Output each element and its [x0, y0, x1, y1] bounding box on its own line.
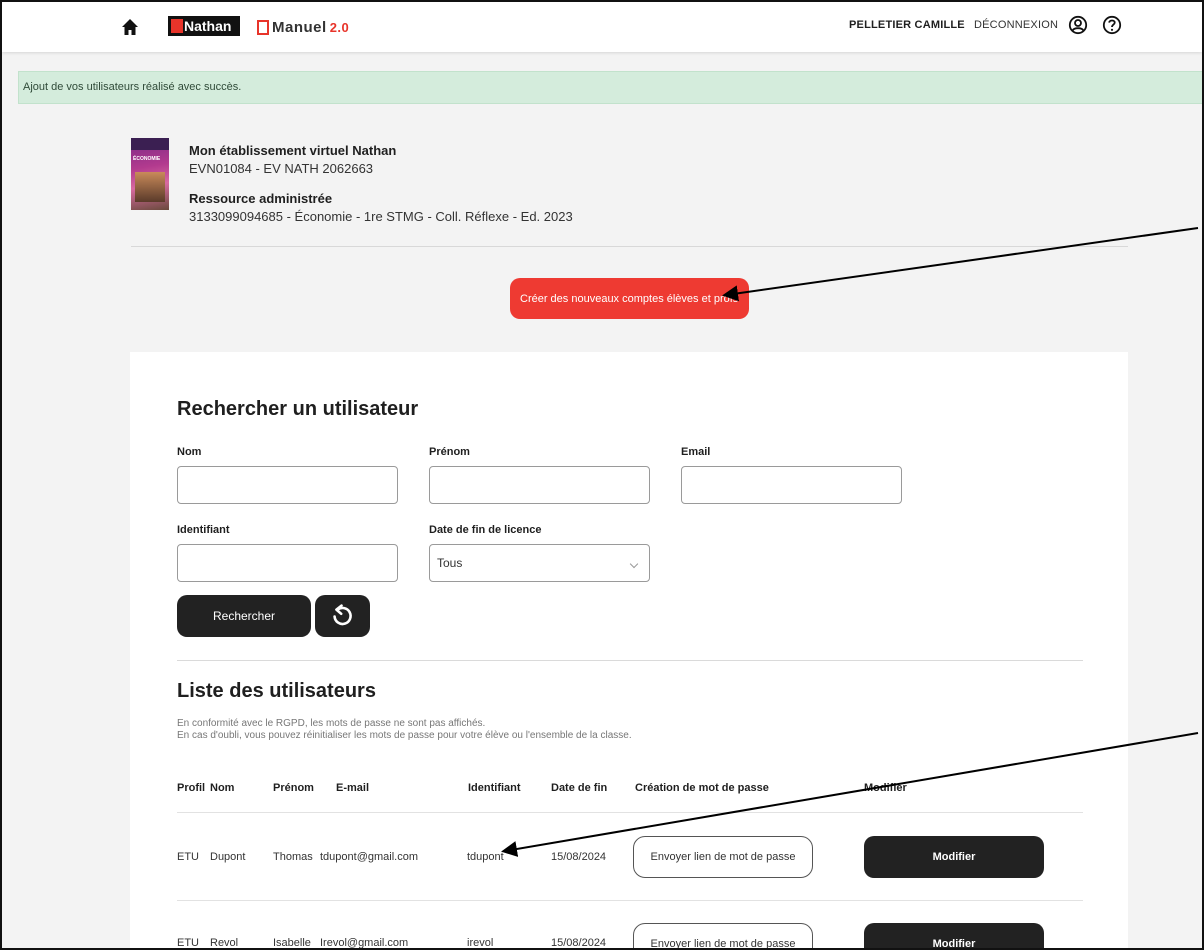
establishment-code: EVN01084 - EV NATH 2062663 [189, 161, 374, 176]
prenom-input[interactable] [429, 466, 650, 504]
nom-label: Nom [177, 446, 202, 458]
col-prenom: Prénom [273, 782, 314, 794]
col-nom: Nom [210, 782, 235, 794]
emanuel-logo-text: Manuel [272, 18, 327, 36]
annotation-arrow-create-button [722, 227, 1199, 302]
user-name[interactable]: PELLETIER CAMILLE [849, 19, 965, 31]
row-prenom: Thomas [273, 851, 313, 863]
nathan-logo-mark [171, 19, 183, 33]
rgpd-notice: En conformité avec le RGPD, les mots de … [177, 718, 632, 742]
email-label: Email [681, 446, 711, 458]
success-banner: Ajout de vos utilisateurs réalisé avec s… [18, 71, 1204, 104]
send-password-link-button[interactable]: Envoyer lien de mot de passe [633, 836, 813, 878]
send-password-link-button[interactable]: Envoyer lien de mot de passe [633, 923, 813, 950]
create-accounts-button[interactable]: Créer des nouveaux comptes élèves et pro… [510, 278, 749, 319]
row-email: Irevol@gmail.com [320, 937, 409, 949]
chevron-down-icon [629, 559, 639, 569]
row-divider [177, 812, 1083, 813]
row-date-fin: 15/08/2024 [551, 937, 607, 949]
col-profil: Profil [177, 782, 206, 794]
row-prenom: Isabelle [273, 937, 311, 949]
resource-code: 3133099094685 - Économie - 1re STMG - Co… [189, 209, 573, 224]
row-divider [177, 900, 1083, 901]
book-cover: ÉCONOMIE [131, 138, 169, 210]
home-icon[interactable] [120, 17, 140, 37]
col-creation: Création de mot de passe [635, 782, 769, 794]
rgpd-line-2: En cas d'oubli, vous pouvez réinitialise… [177, 730, 632, 741]
row-nom: Revol [210, 937, 239, 949]
emanuel-logo-version: 2.0 [329, 19, 350, 35]
row-profil: ETU [177, 851, 199, 863]
identifiant-label: Identifiant [177, 524, 230, 536]
search-button[interactable]: Rechercher [177, 595, 311, 637]
col-identifiant: Identifiant [468, 782, 521, 794]
help-icon[interactable] [1102, 15, 1122, 35]
account-icon[interactable] [1068, 15, 1088, 35]
row-email: tdupont@gmail.com [320, 851, 418, 863]
col-email: E-mail [336, 782, 370, 794]
resource-title: Ressource administrée [189, 191, 333, 206]
emanuel-logo[interactable]: Manuel 2.0 [257, 16, 349, 38]
rgpd-line-1: En conformité avec le RGPD, les mots de … [177, 718, 486, 729]
nathan-logo[interactable]: Nathan [168, 16, 240, 36]
reset-icon [333, 604, 352, 626]
book-cover-image [135, 172, 165, 202]
row-date-fin: 15/08/2024 [551, 851, 607, 863]
nathan-logo-text: Nathan [184, 18, 232, 34]
book-cover-title: ÉCONOMIE [133, 156, 161, 162]
book-cover-band [131, 138, 169, 150]
row-identifiant: tdupont [467, 851, 504, 863]
identifiant-input[interactable] [177, 544, 398, 582]
modify-button[interactable]: Modifier [864, 923, 1044, 950]
col-date-fin: Date de fin [551, 782, 608, 794]
nom-input[interactable] [177, 466, 398, 504]
row-nom: Dupont [210, 851, 246, 863]
row-identifiant: irevol [467, 937, 494, 949]
list-title: Liste des utilisateurs [177, 680, 376, 702]
emanuel-logo-mark [257, 19, 269, 35]
top-navigation-bar: Nathan Manuel 2.0 PELLETIER CAMILLE DÉCO… [2, 2, 1202, 52]
col-modifier: Modifier [864, 782, 907, 794]
date-fin-select[interactable]: Tous [429, 544, 650, 582]
date-fin-selected: Tous [437, 556, 463, 570]
prenom-label: Prénom [429, 446, 470, 458]
row-profil: ETU [177, 937, 199, 949]
establishment-name: Mon établissement virtuel Nathan [189, 143, 397, 158]
section-divider [131, 246, 1128, 247]
search-title: Rechercher un utilisateur [177, 398, 419, 420]
reset-button[interactable] [315, 595, 370, 637]
modify-button[interactable]: Modifier [864, 836, 1044, 878]
card-divider [177, 660, 1083, 661]
logout-link[interactable]: DÉCONNEXION [974, 19, 1058, 31]
date-fin-label: Date de fin de licence [429, 524, 542, 536]
email-input[interactable] [681, 466, 902, 504]
